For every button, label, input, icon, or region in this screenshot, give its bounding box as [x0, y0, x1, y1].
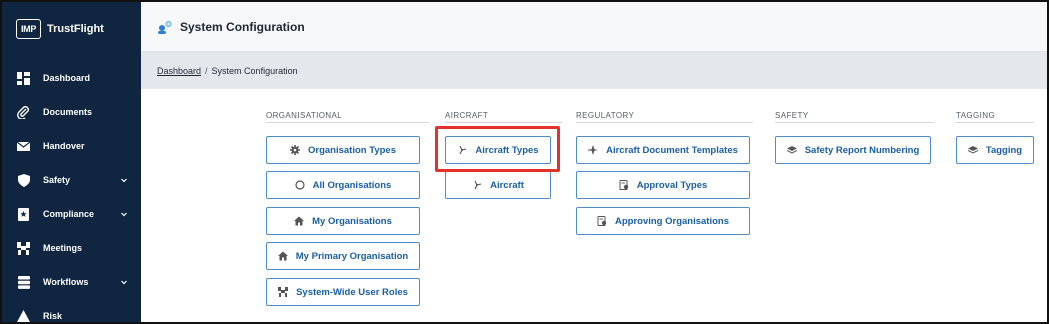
- all-organisations-button[interactable]: All Organisations: [266, 171, 420, 199]
- button-label: Tagging: [985, 144, 1023, 156]
- section-divider: [956, 122, 1034, 123]
- stamp-icon: [619, 180, 629, 190]
- button-label: My Primary Organisation: [295, 250, 409, 262]
- my-organisations-button[interactable]: My Organisations: [266, 207, 420, 235]
- dashboard-icon: [17, 71, 30, 85]
- sidebar-item-label: Documents: [43, 107, 93, 117]
- brand-logo: IMP: [16, 19, 41, 39]
- gear-icon: [290, 145, 300, 155]
- sidebar-item-label: Handover: [43, 141, 85, 151]
- breadcrumb-separator: /: [205, 66, 208, 76]
- shield-icon: [17, 173, 30, 187]
- chevron-down-icon: [121, 212, 127, 217]
- sidebar: IMP TrustFlight Dashboard Documents Hand…: [2, 2, 141, 322]
- aircraft-types-button[interactable]: Aircraft Types: [445, 136, 551, 164]
- meetings-icon: [17, 241, 30, 255]
- safety-report-numbering-button[interactable]: Safety Report Numbering: [775, 136, 931, 164]
- breadcrumb-current: System Configuration: [211, 66, 298, 76]
- envelope-icon: [17, 140, 30, 153]
- sidebar-item-dashboard[interactable]: Dashboard: [2, 66, 141, 90]
- sidebar-item-label: Workflows: [43, 277, 89, 287]
- sidebar-item-documents[interactable]: Documents: [2, 100, 141, 124]
- stamp-icon: [597, 216, 607, 226]
- sidebar-item-risk[interactable]: Risk: [2, 304, 141, 322]
- chevron-down-icon: [121, 280, 127, 285]
- workflows-icon: [17, 275, 30, 289]
- paperclip-icon: [17, 105, 30, 119]
- aircraft-button[interactable]: Aircraft: [445, 171, 551, 199]
- sidebar-item-label: Compliance: [43, 209, 95, 219]
- sidebar-item-compliance[interactable]: Compliance: [2, 202, 141, 226]
- star-document-icon: [17, 207, 30, 221]
- brand[interactable]: IMP TrustFlight: [16, 19, 104, 39]
- aircraft-document-templates-button[interactable]: Aircraft Document Templates: [576, 136, 750, 164]
- button-label: All Organisations: [312, 179, 392, 191]
- settings-people-icon: [158, 20, 172, 34]
- approving-organisations-button[interactable]: Approving Organisations: [576, 207, 750, 235]
- sidebar-item-label: Dashboard: [43, 73, 91, 83]
- organisation-types-button[interactable]: Organisation Types: [266, 136, 420, 164]
- section-title-safety: SAFETY: [775, 111, 809, 120]
- breadcrumb: Dashboard / System Configuration: [157, 66, 298, 76]
- button-label: Approving Organisations: [614, 215, 729, 227]
- breadcrumb-link-dashboard[interactable]: Dashboard: [157, 66, 201, 76]
- section-divider: [576, 122, 753, 123]
- warning-icon: [17, 310, 30, 322]
- chevron-down-icon: [121, 178, 127, 183]
- section-divider: [266, 122, 429, 123]
- section-title-tagging: TAGGING: [956, 111, 996, 120]
- button-label: System-Wide User Roles: [296, 286, 408, 298]
- sidebar-item-label: Meetings: [43, 243, 83, 253]
- sidebar-item-meetings[interactable]: Meetings: [2, 236, 141, 260]
- users-icon: [278, 287, 289, 297]
- approval-types-button[interactable]: Approval Types: [576, 171, 750, 199]
- sidebar-item-label: Safety: [43, 175, 71, 185]
- section-divider: [775, 122, 934, 123]
- app-window: IMP TrustFlight Dashboard Documents Hand…: [0, 0, 1049, 324]
- section-title-regulatory: REGULATORY: [576, 111, 635, 120]
- button-label: Aircraft: [490, 179, 524, 191]
- section-title-organisational: ORGANISATIONAL: [266, 111, 343, 120]
- button-label: Approval Types: [636, 179, 708, 191]
- home-icon: [277, 251, 288, 261]
- system-wide-user-roles-button[interactable]: System-Wide User Roles: [266, 278, 420, 306]
- layers-icon: [967, 145, 978, 155]
- button-label: Organisation Types: [308, 144, 396, 156]
- circle-icon: [295, 180, 305, 190]
- layers-icon: [786, 145, 797, 155]
- home-icon: [294, 216, 305, 226]
- sidebar-item-label: Risk: [43, 311, 63, 321]
- button-label: Aircraft Document Templates: [606, 144, 738, 156]
- button-label: Safety Report Numbering: [804, 144, 920, 156]
- button-label: My Organisations: [312, 215, 392, 227]
- section-title-aircraft: AIRCRAFT: [445, 111, 489, 120]
- breadcrumb-bar: Dashboard / System Configuration: [141, 52, 1047, 89]
- sidebar-item-safety[interactable]: Safety: [2, 168, 141, 192]
- button-label: Aircraft Types: [475, 144, 539, 156]
- propeller-icon: [457, 145, 467, 155]
- plane-icon: [588, 145, 599, 155]
- tagging-button[interactable]: Tagging: [956, 136, 1034, 164]
- sidebar-item-handover[interactable]: Handover: [2, 134, 141, 158]
- page-title: System Configuration: [180, 20, 305, 34]
- brand-name: TrustFlight: [47, 23, 104, 35]
- section-divider: [445, 122, 562, 123]
- my-primary-organisation-button[interactable]: My Primary Organisation: [266, 242, 420, 270]
- page-header: System Configuration: [141, 2, 1047, 52]
- sidebar-item-workflows[interactable]: Workflows: [2, 270, 141, 294]
- propeller-icon: [472, 180, 482, 190]
